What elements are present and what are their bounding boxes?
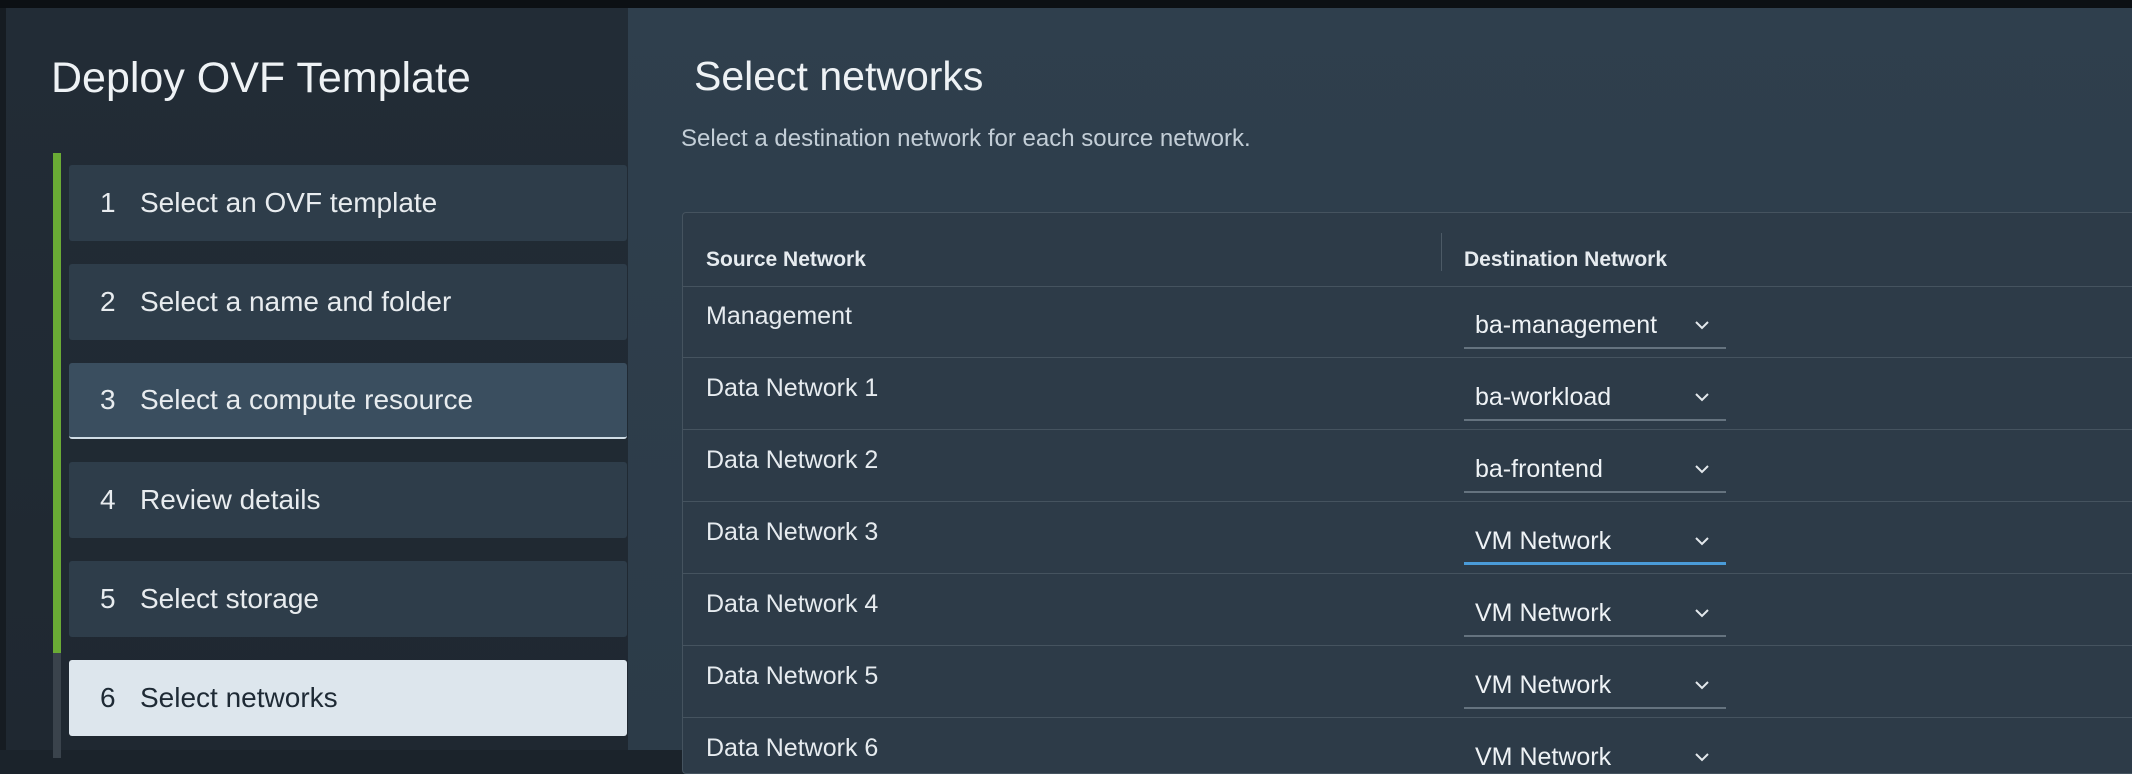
chevron-down-icon [1695, 537, 1709, 546]
step-select-storage[interactable]: 5 Select storage [69, 561, 627, 637]
wizard-title: Deploy OVF Template [51, 54, 471, 102]
chevron-down-icon [1695, 753, 1709, 762]
destination-network-value: VM Network [1475, 599, 1612, 627]
step-number: 5 [100, 583, 116, 614]
wizard-progress-fill [53, 153, 61, 653]
chevron-down-icon [1695, 393, 1709, 402]
chevron-down-icon [1695, 681, 1709, 690]
step-select-compute-resource[interactable]: 3 Select a compute resource [69, 363, 627, 439]
step-label: Review details [140, 484, 321, 515]
step-number: 2 [100, 286, 116, 317]
window-top-edge [0, 0, 2132, 8]
destination-network-value: ba-workload [1475, 383, 1612, 411]
source-network-name: Data Network 2 [706, 446, 879, 474]
wizard-progress-track [53, 153, 61, 758]
destination-network-value: ba-management [1475, 311, 1658, 339]
step-label: Select a name and folder [140, 286, 452, 317]
destination-network-select[interactable]: VM Network [1464, 523, 1726, 565]
step-number: 1 [100, 187, 116, 218]
step-review-details[interactable]: 4 Review details [69, 462, 627, 538]
destination-network-select[interactable]: ba-management [1464, 307, 1726, 349]
step-select-ovf-template[interactable]: 1 Select an OVF template [69, 165, 627, 241]
source-network-name: Management [706, 302, 852, 330]
chevron-down-icon [1695, 465, 1709, 474]
table-row: Data Network 3 VM Network [683, 503, 2132, 574]
chevron-down-icon [1695, 321, 1709, 330]
network-mapping-grid: Source Network Destination Network Manag… [682, 212, 2132, 774]
destination-network-select[interactable]: ba-workload [1464, 379, 1726, 421]
column-header-destination-network[interactable]: Destination Network [1464, 248, 1667, 272]
step-number: 6 [100, 682, 116, 713]
column-divider[interactable] [1441, 233, 1442, 271]
wizard-content: Select networks Select a destination net… [628, 8, 2132, 774]
step-select-networks[interactable]: 6 Select networks [69, 660, 627, 736]
destination-network-select[interactable]: ba-frontend [1464, 451, 1726, 493]
source-network-name: Data Network 1 [706, 374, 879, 402]
step-number: 3 [100, 384, 116, 415]
step-label: Select networks [140, 682, 338, 713]
step-label: Select a compute resource [140, 384, 474, 415]
table-row: Data Network 1 ba-workload [683, 359, 2132, 430]
wizard-sidebar: Deploy OVF Template 1 Select an OVF temp… [6, 8, 628, 758]
chevron-down-icon [1695, 609, 1709, 618]
table-row: Data Network 5 VM Network [683, 647, 2132, 718]
step-label: Select storage [140, 583, 319, 614]
source-network-name: Data Network 5 [706, 662, 879, 690]
table-row: Data Network 4 VM Network [683, 575, 2132, 646]
destination-network-value: VM Network [1475, 671, 1612, 699]
step-number: 4 [100, 484, 116, 515]
source-network-name: Data Network 4 [706, 590, 879, 618]
step-select-name-and-folder[interactable]: 2 Select a name and folder [69, 264, 627, 340]
destination-network-select[interactable]: VM Network [1464, 595, 1726, 637]
destination-network-value: ba-frontend [1475, 455, 1603, 483]
table-row: Data Network 6 VM Network [683, 719, 2132, 773]
table-row: Management ba-management [683, 287, 2132, 358]
page-title: Select networks [694, 53, 984, 99]
column-header-source-network[interactable]: Source Network [706, 248, 866, 272]
step-label: Select an OVF template [140, 187, 438, 218]
destination-network-value: VM Network [1475, 527, 1612, 555]
source-network-name: Data Network 3 [706, 518, 879, 546]
destination-network-value: VM Network [1475, 743, 1612, 771]
table-row: Data Network 2 ba-frontend [683, 431, 2132, 502]
source-network-name: Data Network 6 [706, 734, 879, 762]
grid-header: Source Network Destination Network [683, 213, 2132, 287]
destination-network-select[interactable]: VM Network [1464, 667, 1726, 709]
page-subtitle: Select a destination network for each so… [681, 125, 1251, 152]
destination-network-select[interactable]: VM Network [1464, 739, 1726, 773]
